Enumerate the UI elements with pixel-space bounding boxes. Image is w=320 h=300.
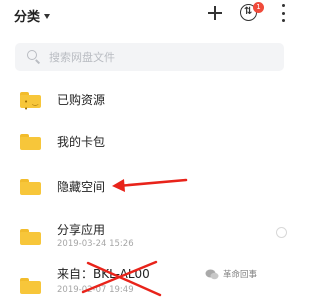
watermark: 革命回事 — [205, 268, 257, 280]
red-cross-mark — [81, 260, 162, 297]
wechat-logo-icon — [205, 269, 219, 279]
annotation-overlay — [81, 178, 188, 297]
red-arrow — [112, 178, 188, 192]
watermark-text: 革命回事 — [223, 270, 258, 280]
